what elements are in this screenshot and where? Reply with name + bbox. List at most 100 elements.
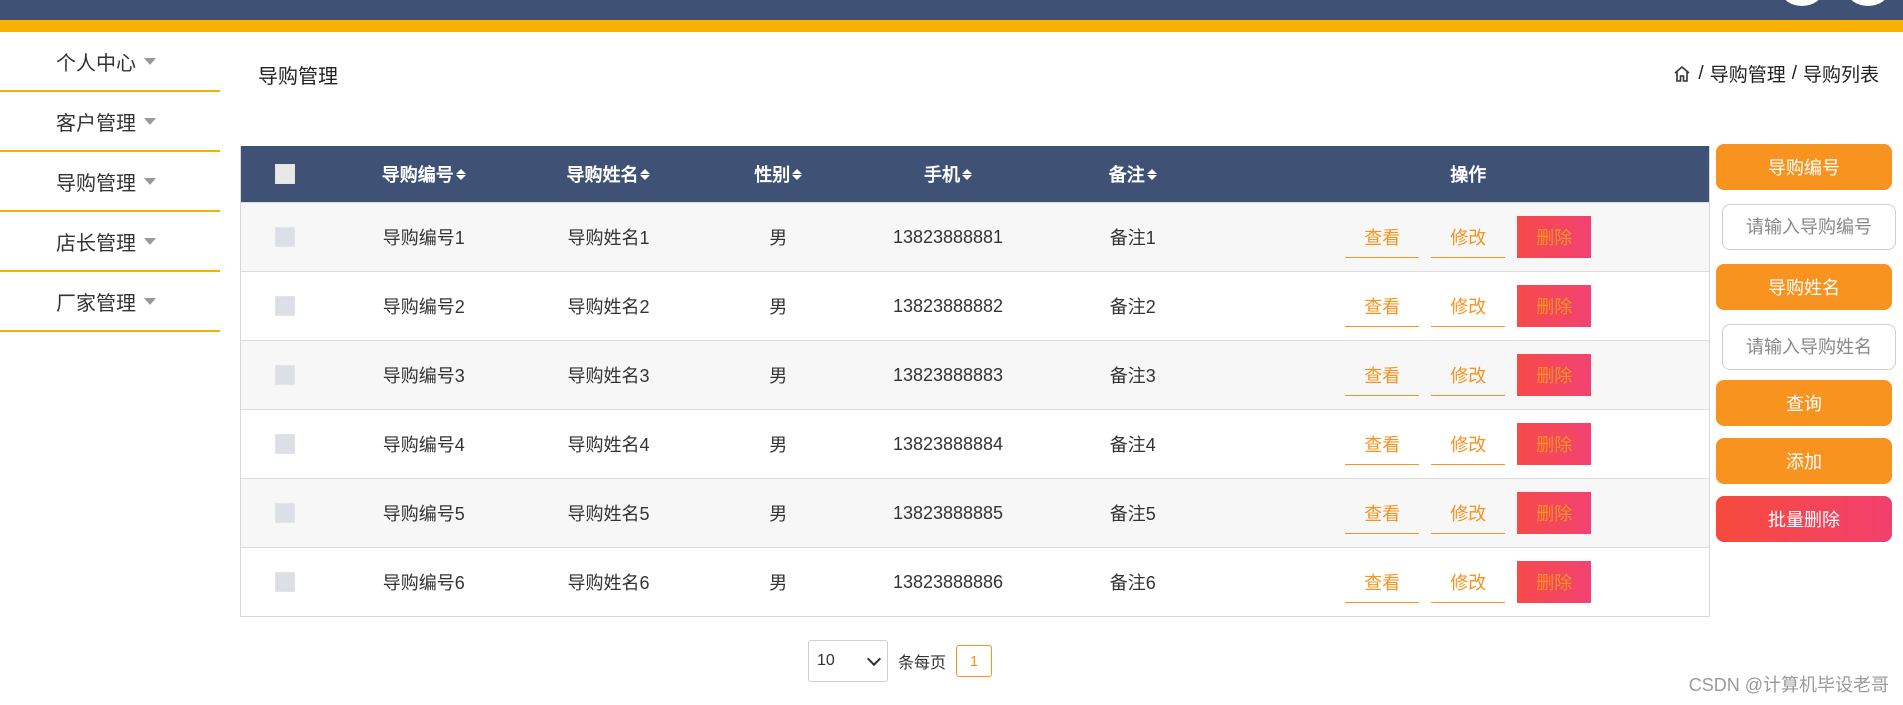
guide-no-label-button[interactable]: 导购编号 [1716,144,1892,190]
view-button[interactable]: 查看 [1345,285,1420,327]
sidebar-item-vendor-management[interactable]: 厂家管理 [0,272,220,332]
row-checkbox[interactable] [274,365,295,385]
column-header-phone[interactable]: 手机 [858,161,1038,187]
add-button[interactable]: 添加 [1716,438,1892,484]
row-checkbox[interactable] [274,434,295,454]
view-button[interactable]: 查看 [1345,561,1420,603]
cell-note: 备注3 [1109,366,1156,386]
delete-button[interactable]: 删除 [1517,216,1592,258]
sidebar-item-label: 客户管理 [56,112,136,135]
edit-button[interactable]: 修改 [1431,492,1506,534]
sidebar-item-label: 店长管理 [56,232,136,255]
batch-delete-button[interactable]: 批量删除 [1716,496,1892,542]
column-header-actions: 操作 [1450,165,1487,185]
search-panel: 导购编号 导购姓名 查询 添加 批量删除 [1716,144,1896,542]
table-row: 导购编号1 导购姓名1 男 13823888881 备注1 查看 修改 删除 [241,202,1709,271]
delete-button[interactable]: 删除 [1517,561,1592,603]
cell-sex: 男 [769,366,788,386]
sidebar-item-label: 厂家管理 [56,292,136,315]
sidebar-item-customer-management[interactable]: 客户管理 [0,92,220,152]
cell-name: 导购姓名3 [567,366,650,386]
cell-phone: 13823888886 [892,571,1004,592]
cell-phone: 13823888881 [892,226,1004,247]
view-button[interactable]: 查看 [1345,354,1420,396]
delete-button[interactable]: 删除 [1517,354,1592,396]
edit-button[interactable]: 修改 [1431,423,1506,465]
sort-icon [455,168,466,180]
breadcrumb-item-guide-management[interactable]: 导购管理 [1710,60,1786,87]
cell-note: 备注2 [1109,297,1156,317]
column-header-sex[interactable]: 性别 [698,161,858,187]
edit-button[interactable]: 修改 [1431,285,1506,327]
select-all-checkbox[interactable] [274,164,295,184]
header-user-icon[interactable] [1848,0,1888,6]
cell-sex: 男 [769,297,788,317]
cell-sex: 男 [769,573,788,593]
cell-no: 导购编号5 [382,504,465,524]
cell-note: 备注6 [1109,573,1156,593]
sidebar-item-personal-center[interactable]: 个人中心 [0,32,220,92]
caret-down-icon [144,297,156,305]
cell-phone: 13823888884 [892,433,1004,454]
caret-down-icon [144,117,156,125]
guide-name-input[interactable] [1722,324,1896,370]
sidebar-item-label: 个人中心 [56,52,136,75]
breadcrumb-separator: / [1698,62,1704,84]
table-row: 导购编号5 导购姓名5 男 13823888885 备注5 查看 修改 删除 [241,478,1709,547]
page-size-select[interactable]: 10 [808,640,888,682]
page-title: 导购管理 [258,66,338,88]
cell-note: 备注1 [1109,228,1156,248]
row-checkbox[interactable] [274,503,295,523]
column-header-name[interactable]: 导购姓名 [519,161,699,187]
cell-sex: 男 [769,435,788,455]
row-checkbox[interactable] [274,296,295,316]
sidebar-item-label: 导购管理 [56,172,136,195]
home-icon[interactable] [1672,64,1692,84]
view-button[interactable]: 查看 [1345,492,1420,534]
column-header-note[interactable]: 备注 [1038,161,1228,187]
cell-no: 导购编号3 [382,366,465,386]
cell-sex: 男 [769,504,788,524]
table-row: 导购编号4 导购姓名4 男 13823888884 备注4 查看 修改 删除 [241,409,1709,478]
sidebar-item-manager-management[interactable]: 店长管理 [0,212,220,272]
sort-icon [962,168,973,180]
cell-name: 导购姓名6 [567,573,650,593]
edit-button[interactable]: 修改 [1431,354,1506,396]
top-header-bar [0,0,1903,20]
row-checkbox[interactable] [274,572,295,592]
cell-no: 导购编号4 [382,435,465,455]
view-button[interactable]: 查看 [1345,216,1420,258]
table-row: 导购编号6 导购姓名6 男 13823888886 备注6 查看 修改 删除 [241,547,1709,616]
cell-name: 导购姓名2 [567,297,650,317]
column-header-no[interactable]: 导购编号 [329,161,519,187]
table-body: 导购编号1 导购姓名1 男 13823888881 备注1 查看 修改 删除 导… [241,202,1709,616]
sort-icon [640,168,651,180]
per-page-label: 条每页 [898,655,947,672]
cell-name: 导购姓名4 [567,435,650,455]
delete-button[interactable]: 删除 [1517,285,1592,327]
query-button[interactable]: 查询 [1716,380,1892,426]
cell-phone: 13823888882 [892,295,1004,316]
breadcrumb: / 导购管理 / 导购列表 [1672,60,1879,87]
cell-name: 导购姓名5 [567,504,650,524]
guide-name-label-button[interactable]: 导购姓名 [1716,264,1892,310]
edit-button[interactable]: 修改 [1431,561,1506,603]
row-checkbox[interactable] [274,227,295,247]
delete-button[interactable]: 删除 [1517,423,1592,465]
edit-button[interactable]: 修改 [1431,216,1506,258]
header-avatar-icon[interactable] [1782,0,1822,6]
cell-name: 导购姓名1 [567,228,650,248]
sort-icon [1146,168,1157,180]
page-number-current[interactable]: 1 [956,645,993,677]
cell-note: 备注4 [1109,435,1156,455]
caret-down-icon [144,177,156,185]
cell-no: 导购编号6 [382,573,465,593]
guide-no-input[interactable] [1722,204,1896,250]
watermark: CSDN @计算机毕设老哥 [1688,675,1889,695]
pagination: 10 条每页 1 [808,640,993,682]
cell-sex: 男 [769,228,788,248]
header-accent-stripe [0,20,1903,32]
view-button[interactable]: 查看 [1345,423,1420,465]
delete-button[interactable]: 删除 [1517,492,1592,534]
sidebar-item-guide-management[interactable]: 导购管理 [0,152,220,212]
